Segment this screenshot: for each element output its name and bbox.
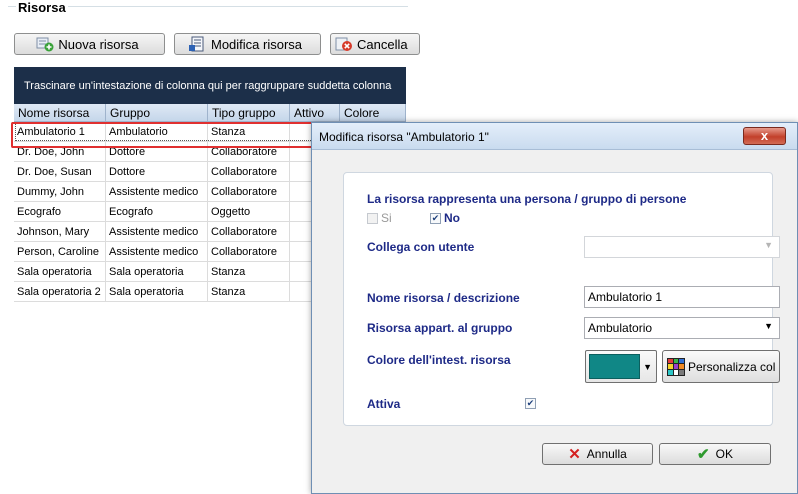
- cell-type: Collaboratore: [208, 182, 290, 201]
- cell-type: Stanza: [208, 282, 290, 301]
- resource-group-value: Ambulatorio: [588, 321, 653, 335]
- ok-label: OK: [715, 447, 733, 461]
- yes-checkbox[interactable]: [367, 212, 378, 224]
- new-resource-button[interactable]: Nuova risorsa: [14, 33, 165, 55]
- dialog-form-panel: La risorsa rappresenta una persona / gru…: [343, 172, 780, 426]
- no-label: No: [444, 211, 460, 225]
- ok-button[interactable]: ✔ OK: [659, 443, 771, 465]
- chevron-down-icon: ▼: [764, 321, 773, 331]
- cell-name: Sala operatoria: [14, 262, 106, 281]
- resource-toolbar: Nuova risorsa Modifica risorsa Cancella: [14, 33, 420, 55]
- add-icon: [36, 37, 54, 52]
- edit-icon: [188, 36, 204, 52]
- dialog-titlebar[interactable]: Modifica risorsa "Ambulatorio 1" x: [312, 123, 797, 150]
- delete-resource-label: Cancella: [357, 36, 408, 52]
- group-by-area[interactable]: Trascinare un'intestazione di colonna qu…: [14, 67, 406, 104]
- yes-label: Si: [381, 211, 392, 225]
- cell-type: Collaboratore: [208, 162, 290, 181]
- customize-color-label: Personalizza col: [688, 359, 776, 374]
- resource-group-select[interactable]: Ambulatorio ▼: [584, 317, 780, 339]
- link-user-label: Collega con utente: [367, 240, 475, 254]
- customize-color-button[interactable]: Personalizza col: [662, 350, 780, 383]
- close-icon: x: [760, 128, 769, 143]
- cell-name: Johnson, Mary: [14, 222, 106, 241]
- cell-name: Dummy, John: [14, 182, 106, 201]
- cell-name: Sala operatoria 2: [14, 282, 106, 301]
- cell-type: Collaboratore: [208, 242, 290, 261]
- group-by-hint: Trascinare un'intestazione di colonna qu…: [24, 79, 392, 92]
- cell-type: Collaboratore: [208, 222, 290, 241]
- active-option[interactable]: ✔: [525, 398, 536, 409]
- chevron-down-icon: ▼: [764, 240, 773, 250]
- cell-name: Person, Caroline: [14, 242, 106, 261]
- chevron-down-icon: ▼: [643, 362, 652, 372]
- cell-group: Ecografo: [106, 202, 208, 221]
- cancel-button[interactable]: ✕ Annulla: [542, 443, 653, 465]
- column-header-name[interactable]: Nome risorsa: [14, 104, 106, 121]
- cell-name: Dr. Doe, Susan: [14, 162, 106, 181]
- yes-option[interactable]: Si: [367, 211, 392, 225]
- edit-resource-label: Modifica risorsa: [210, 36, 303, 52]
- column-header-active[interactable]: Attivo: [290, 104, 340, 121]
- resource-name-label: Nome risorsa / descrizione: [367, 291, 520, 305]
- cell-name: Ecografo: [14, 202, 106, 221]
- link-user-select[interactable]: ▼: [584, 236, 780, 258]
- dialog-title: Modifica risorsa "Ambulatorio 1": [319, 130, 489, 144]
- close-button[interactable]: x: [743, 127, 786, 145]
- cell-type: Stanza: [208, 262, 290, 281]
- edit-resource-dialog: Modifica risorsa "Ambulatorio 1" x La ri…: [311, 122, 798, 494]
- header-color-picker[interactable]: ▼: [585, 350, 657, 383]
- header-color-label: Colore dell'intest. risorsa: [367, 353, 511, 367]
- cancel-x-icon: ✕: [568, 445, 581, 463]
- cell-group: Sala operatoria: [106, 262, 208, 281]
- active-checkbox[interactable]: ✔: [525, 398, 536, 409]
- resource-name-input[interactable]: Ambulatorio 1: [584, 286, 780, 308]
- column-header-group[interactable]: Gruppo: [106, 104, 208, 121]
- column-header-group-type[interactable]: Tipo gruppo: [208, 104, 290, 121]
- selection-highlight: [11, 122, 323, 148]
- cancel-label: Annulla: [586, 447, 627, 461]
- column-header-color[interactable]: Colore: [340, 104, 406, 121]
- delete-icon: [335, 37, 352, 51]
- cell-group: Sala operatoria: [106, 282, 208, 301]
- color-swatch: [589, 354, 640, 379]
- edit-resource-button[interactable]: Modifica risorsa: [174, 33, 321, 55]
- section-title: Risorsa: [16, 0, 68, 15]
- no-checkbox[interactable]: ✔: [430, 212, 441, 224]
- active-label: Attiva: [367, 397, 401, 411]
- cell-type: Oggetto: [208, 202, 290, 221]
- checkmark-icon: ✔: [697, 445, 710, 463]
- person-question-label: La risorsa rappresenta una persona / gru…: [367, 192, 687, 206]
- delete-resource-button[interactable]: Cancella: [330, 33, 420, 55]
- cell-group: Dottore: [106, 162, 208, 181]
- palette-icon: [667, 357, 685, 376]
- no-option[interactable]: ✔ No: [430, 211, 460, 225]
- grid-header: Nome risorsa Gruppo Tipo gruppo Attivo C…: [14, 104, 406, 122]
- cell-group: Assistente medico: [106, 242, 208, 261]
- new-resource-label: Nuova risorsa: [58, 36, 139, 52]
- resource-group-label: Risorsa appart. al gruppo: [367, 321, 513, 335]
- cell-group: Assistente medico: [106, 182, 208, 201]
- cell-group: Assistente medico: [106, 222, 208, 241]
